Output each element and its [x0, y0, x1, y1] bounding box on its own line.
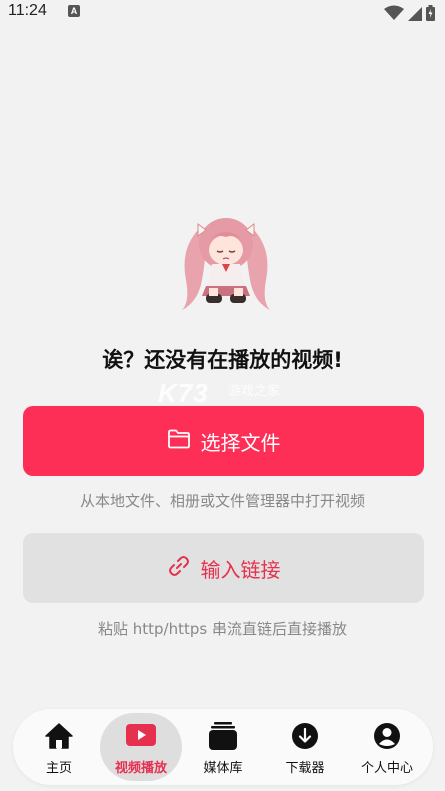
notification-badge: A — [68, 5, 80, 17]
nav-item-home[interactable]: 主页 — [17, 709, 101, 785]
nav-item-video-player[interactable]: 视频播放 — [99, 709, 183, 785]
nav-label-library: 媒体库 — [203, 761, 243, 776]
profile-icon — [373, 721, 401, 751]
nav-item-profile[interactable]: 个人中心 — [345, 709, 429, 785]
nav-item-downloader[interactable]: 下载器 — [263, 709, 347, 785]
choose-file-label: 选择文件 — [200, 430, 281, 455]
nav-label-downloader: 下载器 — [285, 761, 325, 776]
battery-icon — [426, 5, 435, 21]
empty-state-title: 诶？还没有在播放的视频! — [102, 348, 343, 372]
nav-label-video-player: 视频播放 — [114, 761, 167, 776]
home-icon — [44, 721, 74, 751]
enter-link-hint: 粘贴 http/https 串流直链后直接播放 — [98, 620, 347, 638]
bottom-nav: 主页 视频播放 媒体库 下载器 个人中心 — [13, 709, 433, 785]
enter-link-label: 输入链接 — [200, 557, 281, 582]
choose-file-hint: 从本地文件、相册或文件管理器中打开视频 — [79, 492, 365, 510]
nav-label-profile: 个人中心 — [360, 761, 413, 776]
wifi-icon — [384, 5, 404, 21]
signal-icon — [408, 7, 422, 21]
status-icons — [384, 3, 435, 21]
enter-link-button[interactable]: 输入链接 — [23, 533, 424, 603]
download-icon — [291, 721, 319, 751]
choose-file-button[interactable]: 选择文件 — [23, 406, 424, 476]
nav-label-home: 主页 — [45, 761, 72, 776]
watermark-brand: K73 — [158, 378, 209, 408]
watermark-site: 游戏之家 — [228, 383, 281, 398]
empty-state-illustration — [176, 210, 276, 314]
play-icon — [126, 721, 156, 751]
status-time: 11:24 — [8, 2, 47, 19]
nav-item-library[interactable]: 媒体库 — [181, 709, 265, 785]
library-icon — [208, 721, 238, 751]
folder-icon — [167, 429, 191, 454]
status-bar: 11:24 A — [0, 0, 445, 26]
link-icon — [167, 554, 191, 583]
